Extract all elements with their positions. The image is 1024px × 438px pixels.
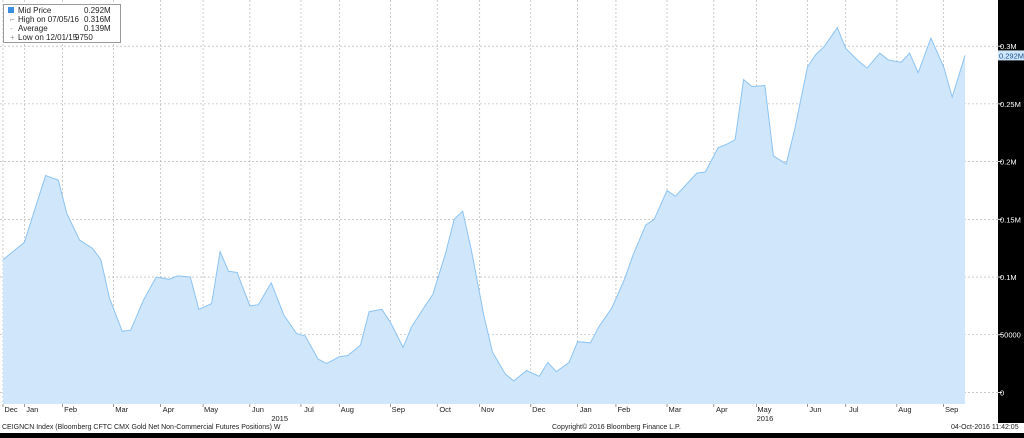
x-tick-label: Apr: [716, 405, 728, 414]
footer-timestamp: 04-Oct-2016 11:42:05: [951, 424, 1019, 431]
x-tick-label: Jul: [849, 405, 859, 414]
y-tick-label: 0: [1000, 388, 1004, 397]
chart: 0.3M 0.25M 0.2M 0.15M 0.1M 50000 0 0.292M Dec Ja…: [0, 0, 1024, 433]
x-tick-label: Dec: [532, 405, 546, 414]
x-tick-label: Aug: [341, 405, 354, 414]
x-tick-label: May: [204, 405, 218, 414]
legend-low-tick-icon: +: [10, 33, 15, 42]
y-tick-label: 0.3M: [1000, 42, 1017, 51]
x-tick-label: May: [757, 405, 771, 414]
y-tick-label: 0.25M: [1000, 100, 1021, 109]
x-tick-label: Feb: [617, 405, 630, 414]
legend-average-tick-icon: -: [10, 24, 13, 33]
footer: CEIGNCN Index (Bloomberg CFTC CMX Gold N…: [0, 423, 1024, 433]
x-tick-label: Dec: [4, 405, 18, 414]
x-tick-label: Jan: [580, 405, 592, 414]
footer-ticker: CEIGNCN Index (Bloomberg CFTC CMX Gold N…: [2, 424, 281, 431]
legend-item-mid-price: Mid Price 0.292M: [4, 6, 120, 15]
last-value-label: 0.292M: [999, 51, 1024, 60]
x-tick-label: Mar: [115, 405, 128, 414]
legend-item-high: ⌐ High on 07/05/16 0.316M: [4, 15, 120, 24]
x-tick-label: Feb: [64, 405, 77, 414]
legend-high-tick-icon: ⌐: [10, 15, 15, 24]
legend-item-average: - Average 0.139M: [4, 24, 120, 33]
x-tick-label: Jan: [26, 405, 38, 414]
x-tick-label: Aug: [898, 405, 911, 414]
x-tick-label: Oct: [439, 405, 452, 414]
y-tick-label: 0.15M: [1000, 215, 1021, 224]
legend-value: 0.292M: [84, 6, 111, 15]
legend: Mid Price 0.292M ⌐ High on 07/05/16 0.31…: [3, 4, 121, 43]
footer-copyright: Copyright© 2016 Bloomberg Finance L.P.: [552, 424, 681, 431]
y-tick-label: 0.1M: [1000, 273, 1017, 282]
x-tick-label: Sep: [945, 405, 958, 414]
y-tick-label: 0.2M: [1000, 158, 1017, 167]
legend-label: Low on 12/01/15: [18, 33, 78, 42]
y-axis-panel: [998, 0, 1024, 423]
x-tick-label: Jun: [809, 405, 821, 414]
legend-value: 9750: [75, 33, 93, 42]
legend-label: Average: [18, 24, 48, 33]
x-year-label: 2015: [271, 414, 288, 423]
legend-value: 0.139M: [84, 24, 111, 33]
chart-svg: 0.3M 0.25M 0.2M 0.15M 0.1M 50000 0 0.292M Dec Ja…: [0, 0, 1024, 423]
legend-value: 0.316M: [84, 15, 111, 24]
x-year-label: 2016: [757, 414, 774, 423]
x-tick-label: Mar: [669, 405, 682, 414]
legend-item-low: + Low on 12/01/15 9750: [4, 33, 120, 42]
legend-label: Mid Price: [18, 6, 52, 15]
legend-label: High on 07/05/16: [18, 15, 79, 24]
x-tick-label: Nov: [481, 405, 495, 414]
y-tick-label: 50000: [1000, 331, 1021, 340]
x-tick-label: Jun: [252, 405, 264, 414]
x-tick-label: Apr: [163, 405, 175, 414]
x-tick-label: Sep: [392, 405, 405, 414]
x-tick-label: Jul: [304, 405, 314, 414]
legend-swatch-square-icon: [8, 7, 14, 13]
